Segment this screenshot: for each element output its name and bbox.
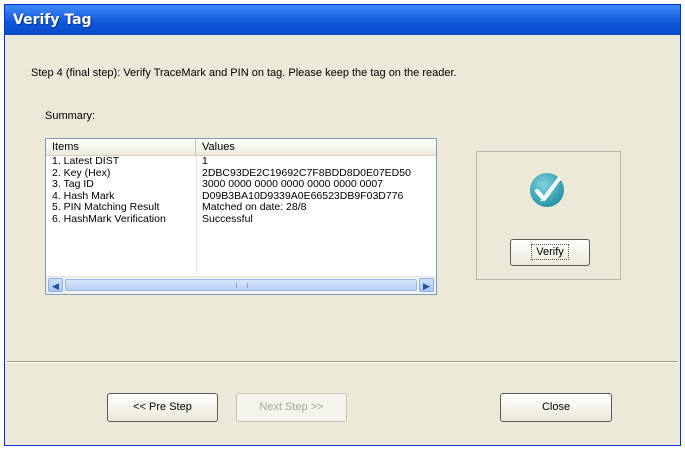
item-label: 1. Latest DIST xyxy=(52,155,120,167)
grip-icon xyxy=(236,283,248,288)
step-instructions: Step 4 (final step): Verify TraceMark an… xyxy=(31,67,457,79)
pre-step-button[interactable]: << Pre Step xyxy=(107,393,218,422)
list-header: Items Values xyxy=(46,139,436,156)
item-label: 5. PIN Matching Result xyxy=(52,201,160,213)
summary-label: Summary: xyxy=(45,110,96,122)
horizontal-scrollbar[interactable]: ◀ ▶ xyxy=(46,276,436,294)
scroll-left-icon[interactable]: ◀ xyxy=(48,278,63,292)
list-item[interactable]: 6. HashMark Verification Successful xyxy=(46,212,436,226)
next-step-button[interactable]: Next Step >> xyxy=(236,393,347,422)
item-value: Successful xyxy=(202,212,253,225)
window-title: Verify Tag xyxy=(5,5,680,35)
verify-button-label: Verify xyxy=(531,244,569,260)
item-value: 1 xyxy=(202,155,208,167)
verify-panel: Verify xyxy=(476,151,621,280)
verify-tag-dialog: Verify Tag Step 4 (final step): Verify T… xyxy=(4,4,681,446)
list-body: 1. Latest DIST 1 2. Key (Hex) 2DBC93DE2C… xyxy=(46,155,436,274)
item-value: Matched on date: 28/8 xyxy=(202,201,307,213)
scroll-right-icon[interactable]: ▶ xyxy=(419,278,434,292)
verify-button[interactable]: Verify xyxy=(510,239,590,266)
close-button[interactable]: Close xyxy=(500,393,612,422)
column-header-items[interactable]: Items xyxy=(46,139,196,155)
list-item[interactable]: 1. Latest DIST 1 xyxy=(46,155,436,168)
item-label: 6. HashMark Verification xyxy=(52,212,166,225)
list-item[interactable]: 3. Tag ID 3000 0000 0000 0000 0000 0000 … xyxy=(46,178,436,191)
column-header-values[interactable]: Values xyxy=(196,139,436,155)
scrollbar-thumb[interactable] xyxy=(65,279,417,291)
separator xyxy=(7,361,678,363)
checkmark-icon xyxy=(530,173,564,207)
item-value: 3000 0000 0000 0000 0000 0000 0007 xyxy=(202,178,384,190)
summary-list[interactable]: Items Values 1. Latest DIST 1 2. Key (He… xyxy=(45,138,437,295)
list-item[interactable]: 5. PIN Matching Result Matched on date: … xyxy=(46,201,436,214)
item-label: 3. Tag ID xyxy=(52,178,94,190)
